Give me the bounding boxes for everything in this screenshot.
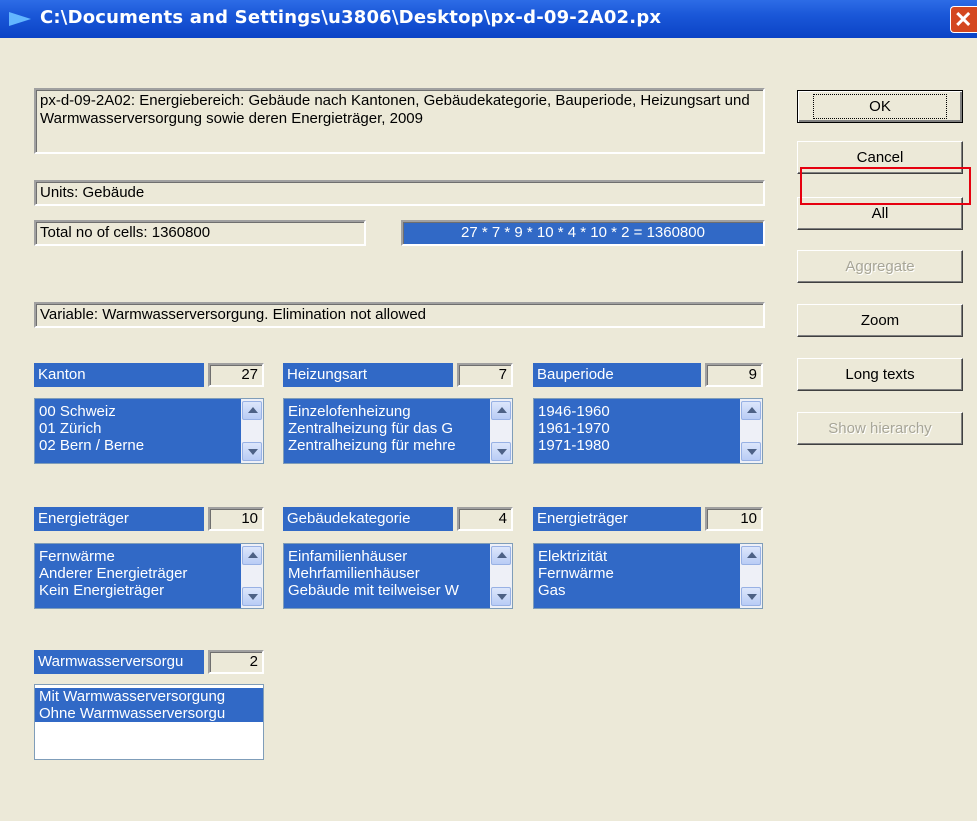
aggregate-button[interactable]: Aggregate [797, 250, 963, 283]
list-item[interactable]: 01 Zürich [35, 420, 263, 437]
value-list[interactable]: 00 Schweiz 01 Zürich 02 Bern / Berne [34, 398, 264, 464]
value-list[interactable]: Einzelofenheizung Zentralheizung für das… [283, 398, 513, 464]
scrollbar[interactable] [740, 544, 762, 608]
scroll-up-icon[interactable] [491, 401, 511, 420]
list-item[interactable]: Zentralheizung für mehre [284, 437, 512, 454]
value-list[interactable]: Einfamilienhäuser Mehrfamilienhäuser Geb… [283, 543, 513, 609]
list-item[interactable]: Ohne Warmwasserversorgu [35, 705, 263, 722]
scroll-down-icon[interactable] [242, 442, 262, 461]
variable-count: 7 [457, 363, 513, 387]
variable-count: 10 [208, 507, 264, 531]
scrollbar[interactable] [241, 399, 263, 463]
units-label: Units: Gebäude [34, 180, 765, 206]
scrollbar[interactable] [490, 544, 512, 608]
list-item[interactable]: Mehrfamilienhäuser [284, 565, 512, 582]
close-button[interactable]: ✕ [950, 6, 977, 33]
variable-count: 27 [208, 363, 264, 387]
list-item[interactable]: 1946-1960 [534, 403, 762, 420]
variable-header[interactable]: Bauperiode [533, 363, 701, 387]
list-item[interactable]: 02 Bern / Berne [35, 437, 263, 454]
scroll-up-icon[interactable] [491, 546, 511, 565]
scrollbar[interactable] [490, 399, 512, 463]
list-item[interactable]: Fernwärme [35, 548, 263, 565]
list-item[interactable]: Mit Warmwasserversorgung [35, 688, 263, 705]
zoom-button[interactable]: Zoom [797, 304, 963, 337]
variable-info: Variable: Warmwasserversorgung. Eliminat… [34, 302, 765, 328]
window-title: C:\Documents and Settings\u3806\Desktop\… [40, 7, 662, 28]
total-cells-label: Total no of cells: 1360800 [34, 220, 366, 246]
scroll-up-icon[interactable] [741, 401, 761, 420]
list-item[interactable]: Elektrizität [534, 548, 762, 565]
list-item[interactable]: Gas [534, 582, 762, 599]
scroll-down-icon[interactable] [491, 587, 511, 606]
variable-header[interactable]: Warmwasserversorgu [34, 650, 204, 674]
variable-count: 10 [705, 507, 763, 531]
scrollbar[interactable] [241, 544, 263, 608]
list-item[interactable]: 1961-1970 [534, 420, 762, 437]
value-list[interactable]: Elektrizität Fernwärme Gas [533, 543, 763, 609]
list-item[interactable]: 00 Schweiz [35, 403, 263, 420]
scroll-up-icon[interactable] [242, 546, 262, 565]
scroll-up-icon[interactable] [741, 546, 761, 565]
variable-count: 2 [208, 650, 264, 674]
list-item[interactable]: Einzelofenheizung [284, 403, 512, 420]
title-bar[interactable]: C:\Documents and Settings\u3806\Desktop\… [0, 0, 977, 38]
scroll-down-icon[interactable] [741, 442, 761, 461]
list-item[interactable]: Fernwärme [534, 565, 762, 582]
list-item[interactable]: Zentralheizung für das G [284, 420, 512, 437]
list-item[interactable]: 1971-1980 [534, 437, 762, 454]
scroll-down-icon[interactable] [741, 587, 761, 606]
scroll-down-icon[interactable] [491, 442, 511, 461]
table-description: px-d-09-2A02: Energiebereich: Gebäude na… [34, 88, 765, 154]
scrollbar[interactable] [740, 399, 762, 463]
variable-header[interactable]: Kanton [34, 363, 204, 387]
show-hierarchy-button[interactable]: Show hierarchy [797, 412, 963, 445]
variable-count: 9 [705, 363, 763, 387]
long-texts-button[interactable]: Long texts [797, 358, 963, 391]
list-item[interactable]: Gebäude mit teilweiser W [284, 582, 512, 599]
scroll-up-icon[interactable] [242, 401, 262, 420]
close-icon: ✕ [954, 7, 973, 32]
list-item[interactable]: Kein Energieträger [35, 582, 263, 599]
scroll-down-icon[interactable] [242, 587, 262, 606]
app-icon [9, 12, 31, 26]
variable-header[interactable]: Energieträger [34, 507, 204, 531]
value-list[interactable]: Fernwärme Anderer Energieträger Kein Ene… [34, 543, 264, 609]
all-button-highlight [800, 167, 971, 205]
variable-header[interactable]: Heizungsart [283, 363, 453, 387]
value-list[interactable]: Mit Warmwasserversorgung Ohne Warmwasser… [34, 684, 264, 760]
cells-formula: 27 * 7 * 9 * 10 * 4 * 10 * 2 = 1360800 [401, 220, 765, 246]
ok-button[interactable]: OK [797, 90, 963, 123]
list-item[interactable]: Anderer Energieträger [35, 565, 263, 582]
list-item[interactable]: Einfamilienhäuser [284, 548, 512, 565]
variable-header[interactable]: Gebäudekategorie [283, 507, 453, 531]
value-list[interactable]: 1946-1960 1961-1970 1971-1980 [533, 398, 763, 464]
variable-count: 4 [457, 507, 513, 531]
variable-header[interactable]: Energieträger [533, 507, 701, 531]
